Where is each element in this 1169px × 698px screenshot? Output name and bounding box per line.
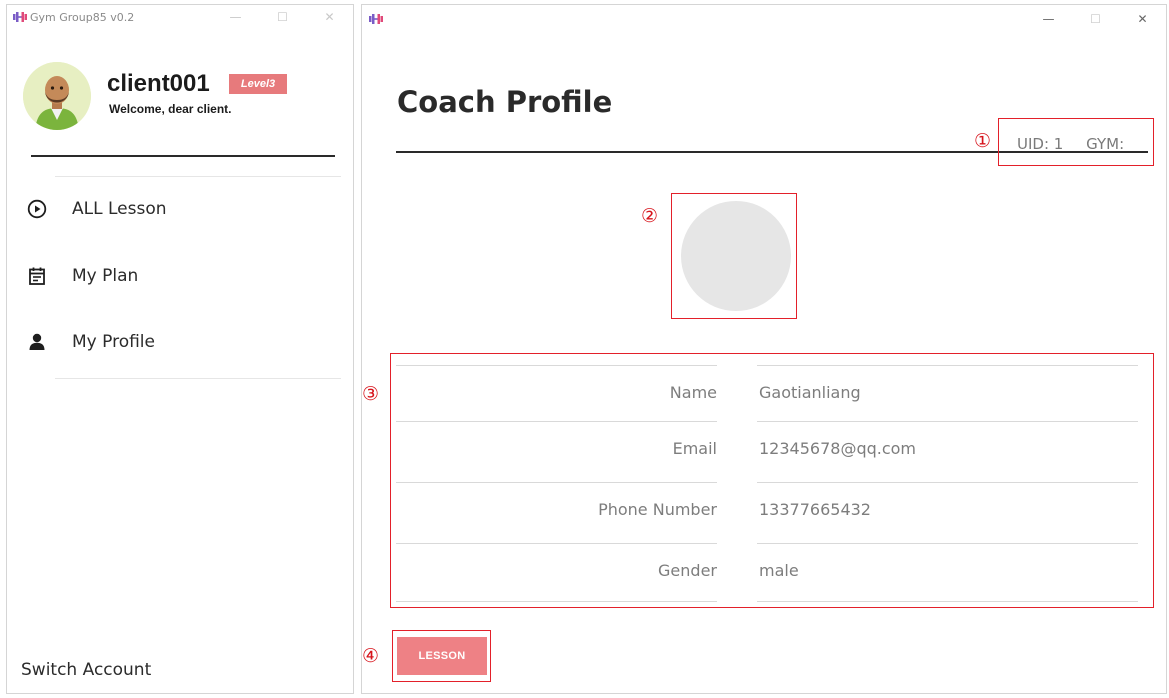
nav-divider-bottom <box>55 378 341 379</box>
calendar-icon <box>25 264 49 288</box>
avatar <box>23 62 91 130</box>
welcome-text: Welcome, dear client. <box>109 102 232 116</box>
info-value: Gaotianliang <box>759 383 861 402</box>
level-badge: Level3 <box>229 74 287 94</box>
minimize-button[interactable]: — <box>1025 5 1072 33</box>
user-avatar-icon <box>23 62 91 130</box>
user-header: client001 Level3 Welcome, dear client. <box>23 57 343 137</box>
info-label: Gender <box>658 561 717 580</box>
nav-label: My Plan <box>72 266 139 286</box>
info-row-phone: Phone Number 13377665432 <box>396 482 1138 542</box>
annotation-number-1: ① <box>974 130 992 152</box>
close-button[interactable]: ✕ <box>306 5 353 29</box>
page-title: Coach Profile <box>397 85 613 119</box>
username: client001 <box>107 70 210 97</box>
uid-label: UID: 1 <box>1017 135 1064 153</box>
dumbbell-icon <box>369 14 383 24</box>
annotation-number-4: ④ <box>362 645 380 667</box>
title-bar: Gym Group85 v0.2 — ☐ ✕ <box>7 5 353 29</box>
maximize-button[interactable]: ☐ <box>259 5 306 29</box>
uid-gym-info: UID: 1 GYM: <box>1017 135 1124 153</box>
nav-label: My Profile <box>72 332 155 352</box>
info-divider <box>396 601 717 602</box>
header-divider <box>31 155 335 157</box>
gym-label: GYM: <box>1086 135 1125 153</box>
info-label: Name <box>669 383 717 402</box>
coach-avatar <box>681 201 791 311</box>
play-circle-icon <box>25 197 49 221</box>
nav-item-my-profile[interactable]: My Profile <box>25 322 341 362</box>
lesson-button[interactable]: LESSON <box>397 637 487 675</box>
nav-item-my-plan[interactable]: My Plan <box>25 256 341 296</box>
nav-item-all-lesson[interactable]: ALL Lesson <box>25 189 341 229</box>
title-bar: — ☐ ✕ <box>362 5 1166 33</box>
main-window: Gym Group85 v0.2 — ☐ ✕ client001 Level3 … <box>6 4 354 694</box>
info-row-name: Name Gaotianliang <box>396 365 1138 425</box>
info-label: Email <box>672 439 717 458</box>
annotation-number-2: ② <box>641 205 659 227</box>
info-row-email: Email 12345678@qq.com <box>396 421 1138 481</box>
person-icon <box>25 330 49 354</box>
info-row-gender: Gender male <box>396 543 1138 603</box>
coach-profile-window: — ☐ ✕ Coach Profile ① UID: 1 GYM: ② ③ Na… <box>361 4 1167 694</box>
dumbbell-icon <box>13 12 27 22</box>
minimize-button[interactable]: — <box>212 5 259 29</box>
nav-label: ALL Lesson <box>72 199 167 219</box>
nav-divider-top <box>55 176 341 177</box>
sparkle-icon <box>79 66 84 71</box>
window-title: Gym Group85 v0.2 <box>30 10 135 24</box>
info-value: 13377665432 <box>759 500 871 519</box>
close-button[interactable]: ✕ <box>1119 5 1166 33</box>
switch-account-button[interactable]: Switch Account <box>21 660 151 680</box>
maximize-button[interactable]: ☐ <box>1072 5 1119 33</box>
info-label: Phone Number <box>598 500 717 519</box>
info-value: male <box>759 561 799 580</box>
annotation-number-3: ③ <box>362 383 380 405</box>
info-value: 12345678@qq.com <box>759 439 917 458</box>
info-divider <box>757 601 1138 602</box>
